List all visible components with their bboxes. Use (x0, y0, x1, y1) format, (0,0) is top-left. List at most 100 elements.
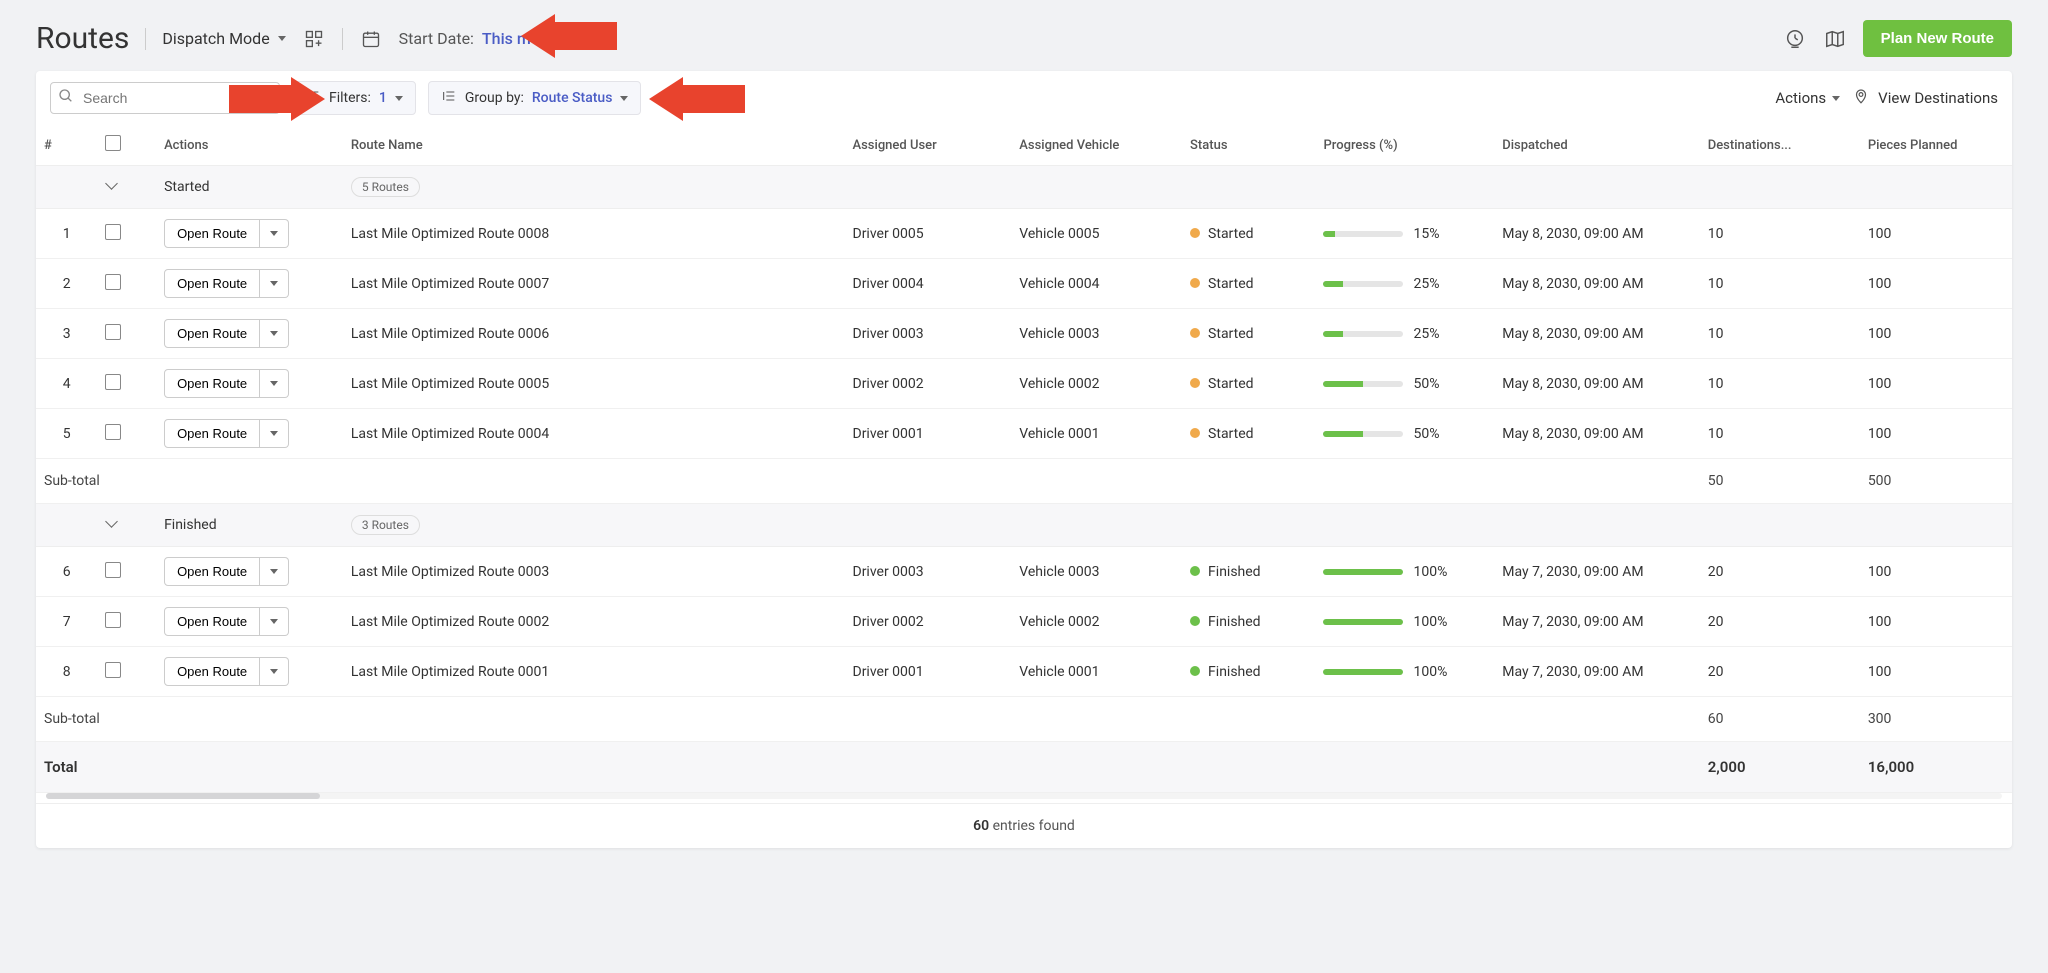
col-pieces[interactable]: Pieces Planned (1860, 125, 1993, 166)
open-route-button[interactable]: Open Route (164, 369, 260, 398)
view-destinations-button[interactable]: View Destinations (1852, 87, 1998, 109)
pieces-cell: 100 (1860, 597, 1993, 647)
select-all-checkbox[interactable] (105, 135, 121, 151)
chevron-down-icon (1832, 96, 1840, 101)
row-checkbox[interactable] (105, 324, 121, 340)
open-route-more-button[interactable] (260, 607, 289, 636)
dispatched-cell: May 7, 2030, 09:00 AM (1494, 597, 1699, 647)
vertical-scrollbar[interactable] (1993, 647, 2012, 697)
pieces-cell: 100 (1860, 209, 1993, 259)
vertical-scrollbar[interactable] (1993, 209, 2012, 259)
row-checkbox[interactable] (105, 374, 121, 390)
status-dot-icon (1190, 228, 1200, 238)
expand-toggle-icon[interactable] (105, 178, 119, 192)
filters-button[interactable]: Filters: 1 (292, 81, 416, 115)
start-date-dropdown[interactable]: Start Date: This month (399, 29, 579, 48)
progress-bar (1323, 431, 1403, 437)
horizontal-scrollbar[interactable] (36, 793, 2012, 803)
row-checkbox[interactable] (105, 662, 121, 678)
route-row: 3 Open Route Last Mile Optimized Route 0… (36, 309, 2012, 359)
col-number[interactable]: # (36, 125, 97, 166)
subtotal-destinations: 60 (1700, 697, 1860, 742)
start-date-value: This month (482, 29, 563, 48)
open-route-button[interactable]: Open Route (164, 269, 260, 298)
progress-cell: 25% (1323, 276, 1486, 292)
open-route-button[interactable]: Open Route (164, 607, 260, 636)
route-name-cell: Last Mile Optimized Route 0005 (343, 359, 845, 409)
chevron-down-icon (270, 231, 278, 236)
chevron-down-icon (620, 96, 628, 101)
open-route-more-button[interactable] (260, 269, 289, 298)
open-route-button[interactable]: Open Route (164, 319, 260, 348)
row-checkbox[interactable] (105, 424, 121, 440)
status-cell: Started (1182, 209, 1315, 259)
progress-percent: 100% (1413, 664, 1447, 680)
map-icon[interactable] (1823, 27, 1847, 51)
row-checkbox[interactable] (105, 274, 121, 290)
col-status[interactable]: Status (1182, 125, 1315, 166)
assigned-vehicle-cell: Vehicle 0001 (1011, 647, 1182, 697)
expand-toggle-icon[interactable] (105, 516, 119, 530)
open-route-button[interactable]: Open Route (164, 657, 260, 686)
open-route-button[interactable]: Open Route (164, 219, 260, 248)
open-route-button[interactable]: Open Route (164, 557, 260, 586)
table-footer: 60 entries found (36, 803, 2012, 848)
calendar-icon[interactable] (359, 27, 383, 51)
group-header-row: Started 5 Routes (36, 166, 2012, 209)
clock-icon[interactable] (1783, 27, 1807, 51)
col-progress[interactable]: Progress (%) (1315, 125, 1494, 166)
search-input[interactable] (50, 82, 280, 114)
subtotal-row: Sub-total 50 500 (36, 459, 2012, 504)
open-route-more-button[interactable] (260, 657, 289, 686)
col-assigned-vehicle[interactable]: Assigned Vehicle (1011, 125, 1182, 166)
progress-percent: 50% (1413, 426, 1439, 442)
vertical-scrollbar[interactable] (1993, 547, 2012, 597)
progress-percent: 25% (1413, 276, 1439, 292)
destinations-cell: 10 (1700, 209, 1860, 259)
col-dispatched[interactable]: Dispatched (1494, 125, 1699, 166)
vertical-scrollbar[interactable] (1993, 359, 2012, 409)
vertical-scrollbar[interactable] (1993, 409, 2012, 459)
subtotal-label: Sub-total (36, 697, 845, 742)
col-route-name[interactable]: Route Name (343, 125, 845, 166)
dispatch-mode-dropdown[interactable]: Dispatch Mode (162, 29, 285, 48)
vertical-scrollbar[interactable] (1993, 309, 2012, 359)
group-by-button[interactable]: Group by: Route Status (428, 81, 642, 115)
chevron-down-icon (270, 669, 278, 674)
page-title: Routes (36, 21, 129, 56)
page-header: Routes Dispatch Mode Start Date: This mo… (36, 12, 2012, 71)
open-route-button[interactable]: Open Route (164, 419, 260, 448)
col-assigned-user[interactable]: Assigned User (845, 125, 1012, 166)
dashboard-icon[interactable] (302, 27, 326, 51)
search-icon (58, 88, 74, 108)
divider (342, 28, 343, 50)
row-checkbox[interactable] (105, 612, 121, 628)
assigned-vehicle-cell: Vehicle 0002 (1011, 597, 1182, 647)
entries-count: 60 (973, 818, 989, 834)
assigned-user-cell: Driver 0004 (845, 259, 1012, 309)
status-cell: Finished (1182, 547, 1315, 597)
actions-dropdown[interactable]: Actions (1775, 89, 1840, 107)
row-number: 7 (36, 597, 97, 647)
open-route-more-button[interactable] (260, 557, 289, 586)
vertical-scrollbar[interactable] (1993, 597, 2012, 647)
status-cell: Started (1182, 409, 1315, 459)
entries-suffix: entries found (989, 818, 1075, 834)
open-route-more-button[interactable] (260, 319, 289, 348)
open-route-more-button[interactable] (260, 219, 289, 248)
dispatched-cell: May 7, 2030, 09:00 AM (1494, 647, 1699, 697)
col-actions[interactable]: Actions (156, 125, 343, 166)
col-destinations[interactable]: Destinations... (1700, 125, 1860, 166)
route-name-cell: Last Mile Optimized Route 0003 (343, 547, 845, 597)
row-checkbox[interactable] (105, 562, 121, 578)
row-checkbox[interactable] (105, 224, 121, 240)
assigned-vehicle-cell: Vehicle 0003 (1011, 547, 1182, 597)
vertical-scrollbar[interactable] (1993, 259, 2012, 309)
plan-new-route-button[interactable]: Plan New Route (1863, 20, 2012, 57)
chevron-down-icon (571, 36, 579, 41)
group-name: Finished (156, 504, 343, 547)
chevron-down-icon (395, 96, 403, 101)
open-route-more-button[interactable] (260, 369, 289, 398)
status-dot-icon (1190, 328, 1200, 338)
open-route-more-button[interactable] (260, 419, 289, 448)
